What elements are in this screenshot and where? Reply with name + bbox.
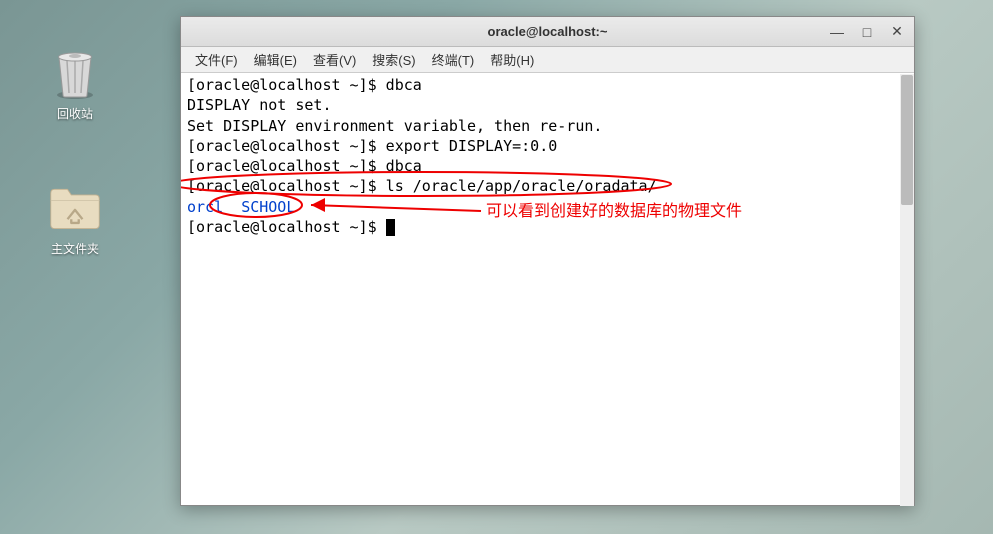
- terminal-line: Set DISPLAY environment variable, then r…: [187, 116, 908, 136]
- close-button[interactable]: ✕: [886, 22, 908, 42]
- terminal-line: DISPLAY not set.: [187, 95, 908, 115]
- scroll-thumb[interactable]: [901, 75, 913, 205]
- maximize-button[interactable]: □: [856, 22, 878, 42]
- menu-view[interactable]: 查看(V): [305, 47, 364, 72]
- terminal-line: [oracle@localhost ~]$ dbca: [187, 75, 908, 95]
- trash-label: 回收站: [35, 105, 115, 122]
- menubar: 文件(F) 编辑(E) 查看(V) 搜索(S) 终端(T) 帮助(H): [181, 47, 914, 73]
- titlebar[interactable]: oracle@localhost:~ — □ ✕: [181, 17, 914, 47]
- terminal-window: oracle@localhost:~ — □ ✕ 文件(F) 编辑(E) 查看(…: [180, 16, 915, 506]
- folder-icon: [47, 180, 103, 236]
- menu-file[interactable]: 文件(F): [187, 47, 246, 72]
- cursor: [386, 219, 395, 236]
- terminal-line: [oracle@localhost ~]$ dbca: [187, 156, 908, 176]
- menu-help[interactable]: 帮助(H): [482, 47, 542, 72]
- menu-edit[interactable]: 编辑(E): [246, 47, 305, 72]
- trash-can-icon: [47, 45, 103, 101]
- window-controls: — □ ✕: [826, 22, 908, 42]
- desktop-trash-icon[interactable]: 回收站: [35, 45, 115, 122]
- terminal-line: [oracle@localhost ~]$ export DISPLAY=:0.…: [187, 136, 908, 156]
- annotation-text: 可以看到创建好的数据库的物理文件: [486, 201, 742, 223]
- menu-search[interactable]: 搜索(S): [364, 47, 423, 72]
- home-folder-label: 主文件夹: [35, 240, 115, 257]
- terminal-line: [oracle@localhost ~]$ ls /oracle/app/ora…: [187, 176, 908, 196]
- terminal-content[interactable]: [oracle@localhost ~]$ dbcaDISPLAY not se…: [181, 73, 914, 505]
- menu-terminal[interactable]: 终端(T): [424, 47, 483, 72]
- window-title: oracle@localhost:~: [488, 24, 608, 39]
- scrollbar[interactable]: [900, 74, 914, 506]
- minimize-button[interactable]: —: [826, 22, 848, 42]
- desktop-home-folder-icon[interactable]: 主文件夹: [35, 180, 115, 257]
